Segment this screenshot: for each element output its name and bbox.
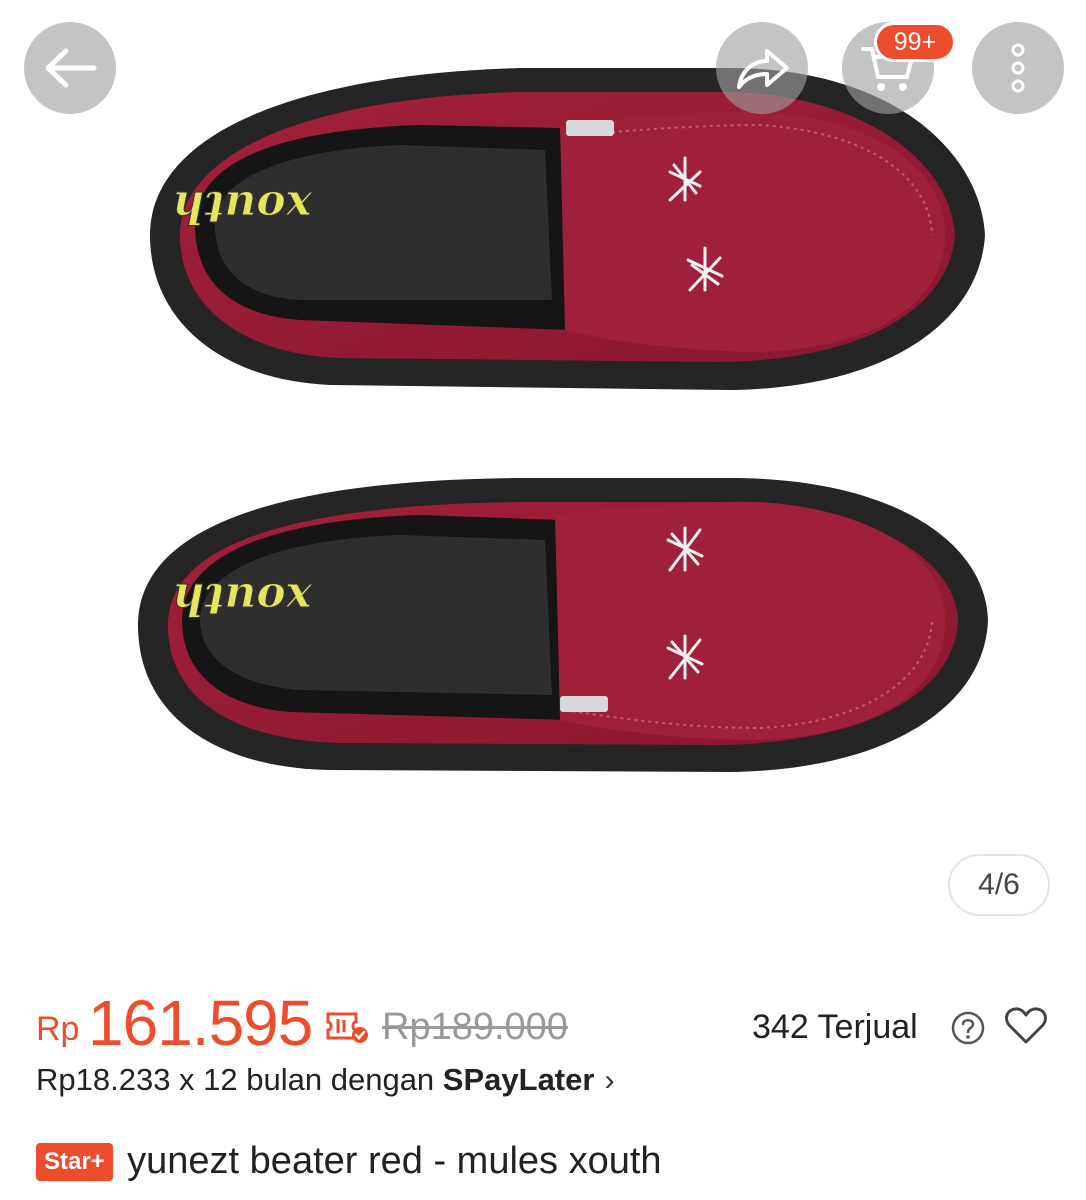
installment-brand: SPayLater xyxy=(442,1062,595,1097)
installment-link[interactable]: Rp18.233 x 12 bulan dengan SPayLater › xyxy=(36,1062,614,1098)
back-arrow-icon xyxy=(45,48,97,88)
product-title: yunezt beater red - mules xouth xyxy=(127,1140,662,1182)
share-icon xyxy=(737,49,789,89)
heart-icon[interactable] xyxy=(1004,1006,1048,1046)
product-image-gallery[interactable]: xouth xouth 99+ 4/6 xyxy=(0,0,1086,960)
help-icon[interactable] xyxy=(950,1010,986,1046)
image-counter: 4/6 xyxy=(948,854,1050,916)
currency-label: Rp xyxy=(36,1010,80,1048)
shoe-bottom: xouth xyxy=(138,478,988,772)
sold-count: 342 Terjual xyxy=(752,1008,918,1046)
more-options-button[interactable] xyxy=(972,22,1064,114)
share-button[interactable] xyxy=(716,22,808,114)
back-button[interactable] xyxy=(24,22,116,114)
original-price: Rp189.000 xyxy=(382,1006,568,1048)
shoe-top: xouth xyxy=(150,68,985,390)
insole-brand-print: xouth xyxy=(172,181,313,232)
star-plus-badge: Star+ xyxy=(36,1142,113,1181)
sale-price: 161.595 xyxy=(88,987,313,1059)
installment-text: Rp18.233 x 12 bulan dengan xyxy=(36,1062,443,1097)
voucher-icon[interactable] xyxy=(326,1010,370,1044)
cart-count-badge: 99+ xyxy=(874,22,956,62)
more-icon xyxy=(1011,43,1025,93)
price-section: Rp 161.595 Rp189.000 342 Terjual xyxy=(36,986,1056,1059)
product-title-row: Star+ yunezt beater red - mules xouth xyxy=(36,1140,662,1190)
insole-brand-print-2: xouth xyxy=(172,573,313,624)
product-image: xouth xouth xyxy=(138,68,988,772)
chevron-right-icon: › xyxy=(604,1064,615,1097)
